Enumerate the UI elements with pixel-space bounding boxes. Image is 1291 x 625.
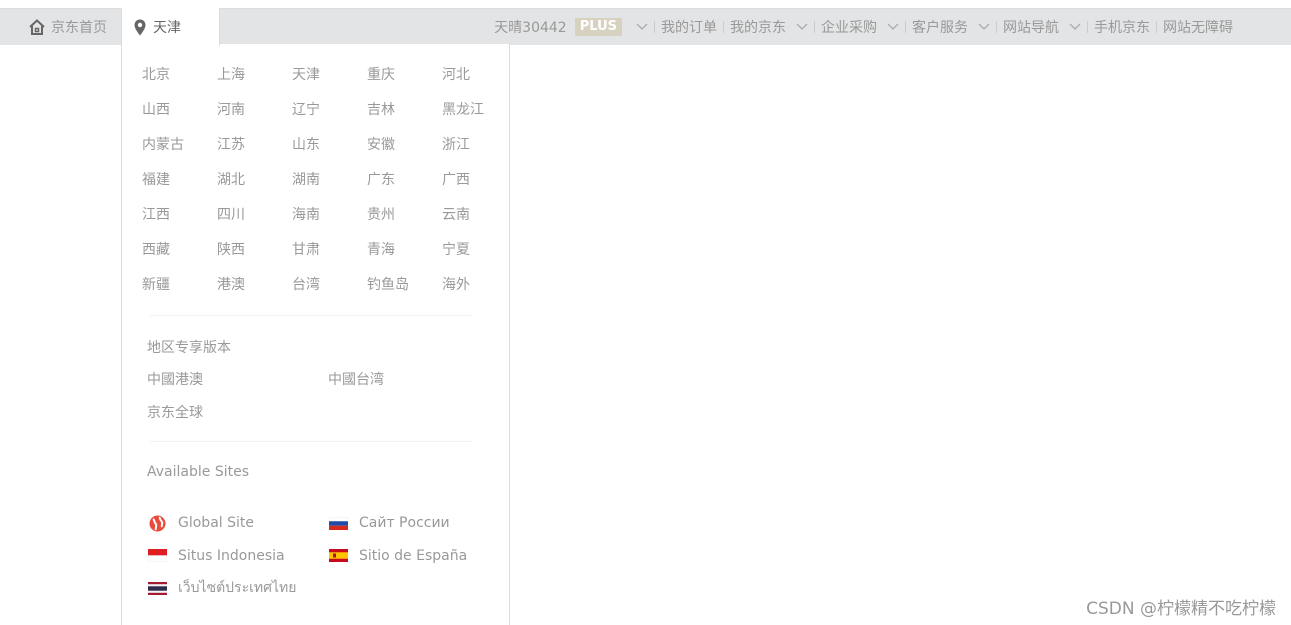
province-option[interactable]: 西藏 <box>142 239 217 274</box>
site-label: Сайт России <box>359 515 450 532</box>
plus-badge: PLUS <box>574 18 622 36</box>
russia-flag-icon <box>329 516 348 530</box>
regional-site-global[interactable]: 京东全球 <box>147 402 328 435</box>
province-grid: 北京 上海 天津 重庆 河北 山西 河南 辽宁 吉林 黑龙江 内蒙古 江苏 山东… <box>142 64 517 309</box>
province-option[interactable]: 上海 <box>217 64 292 99</box>
province-option[interactable]: 江苏 <box>217 134 292 169</box>
my-orders-link[interactable]: 我的订单 <box>655 17 723 37</box>
province-option[interactable]: 广东 <box>367 169 442 204</box>
chevron-down-icon <box>978 23 990 30</box>
province-option[interactable]: 辽宁 <box>292 99 367 134</box>
user-menu[interactable]: 天晴30442 PLUS <box>488 17 654 37</box>
home-link[interactable]: 京东首页 <box>28 17 107 37</box>
province-option[interactable]: 广西 <box>442 169 517 204</box>
regional-site-taiwan[interactable]: 中國台湾 <box>328 369 448 402</box>
globe-icon <box>149 515 166 532</box>
province-option[interactable]: 河南 <box>217 99 292 134</box>
location-selector[interactable]: 天津 <box>121 8 220 46</box>
site-russia[interactable]: Сайт России <box>329 507 489 540</box>
enterprise-menu[interactable]: 企业采购 <box>815 17 905 37</box>
province-option[interactable]: 海南 <box>292 204 367 239</box>
province-option[interactable]: 黑龙江 <box>442 99 517 134</box>
province-option[interactable]: 甘肃 <box>292 239 367 274</box>
site-label: Situs Indonesia <box>178 547 285 564</box>
province-option[interactable]: 内蒙古 <box>142 134 217 169</box>
province-option[interactable]: 海外 <box>442 274 517 309</box>
site-label: เว็บไซต์ประเทศไทย <box>178 580 297 597</box>
mobile-jd-link[interactable]: 手机京东 <box>1088 17 1156 37</box>
province-option[interactable]: 四川 <box>217 204 292 239</box>
site-global[interactable]: Global Site <box>148 507 329 540</box>
province-option[interactable]: 安徽 <box>367 134 442 169</box>
province-option[interactable]: 新疆 <box>142 274 217 309</box>
location-dropdown-panel: 北京 上海 天津 重庆 河北 山西 河南 辽宁 吉林 黑龙江 内蒙古 江苏 山东… <box>121 44 510 625</box>
site-thailand[interactable]: เว็บไซต์ประเทศไทย <box>148 572 329 605</box>
site-spain[interactable]: Sitio de España <box>329 540 489 573</box>
location-pin-icon <box>134 19 146 35</box>
province-option[interactable]: 北京 <box>142 64 217 99</box>
available-sites-list: Global Site Сайт России Situs Indonesia <box>148 507 489 605</box>
available-sites-title: Available Sites <box>147 464 249 480</box>
enterprise-label: 企业采购 <box>821 20 877 36</box>
chevron-down-icon <box>636 23 648 30</box>
indonesia-flag-icon <box>148 549 167 563</box>
accessible-site-label: 网站无障碍 <box>1163 20 1233 36</box>
province-option[interactable]: 山西 <box>142 99 217 134</box>
section-divider <box>150 315 472 316</box>
my-orders-label: 我的订单 <box>661 20 717 36</box>
home-label: 京东首页 <box>51 20 107 36</box>
my-jd-label: 我的京东 <box>730 20 786 36</box>
province-option[interactable]: 云南 <box>442 204 517 239</box>
province-option[interactable]: 江西 <box>142 204 217 239</box>
customer-service-label: 客户服务 <box>912 20 968 36</box>
top-shortcut-bar: 京东首页 天津 天晴30442 PLUS 我的订单 我的京东 企业采购 客户服务… <box>0 8 1291 46</box>
site-label: Global Site <box>178 515 254 532</box>
province-option[interactable]: 重庆 <box>367 64 442 99</box>
regional-sites-list: 中國港澳 中國台湾 京东全球 <box>147 369 448 435</box>
regional-section-title: 地区专享版本 <box>147 340 231 356</box>
section-divider <box>150 441 472 442</box>
province-option[interactable]: 港澳 <box>217 274 292 309</box>
province-option[interactable]: 浙江 <box>442 134 517 169</box>
chevron-down-icon <box>796 23 808 30</box>
chevron-down-icon <box>887 23 899 30</box>
site-nav-menu[interactable]: 网站导航 <box>997 17 1087 37</box>
province-option[interactable]: 吉林 <box>367 99 442 134</box>
province-option[interactable]: 山东 <box>292 134 367 169</box>
province-option[interactable]: 陕西 <box>217 239 292 274</box>
province-option[interactable]: 贵州 <box>367 204 442 239</box>
regional-site-hk-macau[interactable]: 中國港澳 <box>147 369 328 402</box>
province-option[interactable]: 河北 <box>442 64 517 99</box>
mobile-jd-label: 手机京东 <box>1094 20 1150 36</box>
province-option[interactable]: 宁夏 <box>442 239 517 274</box>
site-label: Sitio de España <box>359 547 468 564</box>
province-option[interactable]: 青海 <box>367 239 442 274</box>
province-option[interactable]: 台湾 <box>292 274 367 309</box>
location-label: 天津 <box>153 20 181 36</box>
watermark-text: CSDN @柠檬精不吃柠檬 <box>1086 599 1276 619</box>
province-option[interactable]: 钓鱼岛 <box>367 274 442 309</box>
site-nav-label: 网站导航 <box>1003 20 1059 36</box>
province-option[interactable]: 湖南 <box>292 169 367 204</box>
province-option[interactable]: 湖北 <box>217 169 292 204</box>
username: 天晴30442 <box>494 20 567 36</box>
top-nav: 天晴30442 PLUS 我的订单 我的京东 企业采购 客户服务 网站导航 手机… <box>488 9 1239 45</box>
site-indonesia[interactable]: Situs Indonesia <box>148 540 329 573</box>
my-jd-menu[interactable]: 我的京东 <box>724 17 814 37</box>
chevron-down-icon <box>1069 23 1081 30</box>
home-icon <box>29 19 45 35</box>
customer-service-menu[interactable]: 客户服务 <box>906 17 996 37</box>
thailand-flag-icon <box>148 581 167 595</box>
accessible-site-link[interactable]: 网站无障碍 <box>1157 17 1239 37</box>
spain-flag-icon <box>329 549 348 563</box>
province-option[interactable]: 天津 <box>292 64 367 99</box>
province-option[interactable]: 福建 <box>142 169 217 204</box>
